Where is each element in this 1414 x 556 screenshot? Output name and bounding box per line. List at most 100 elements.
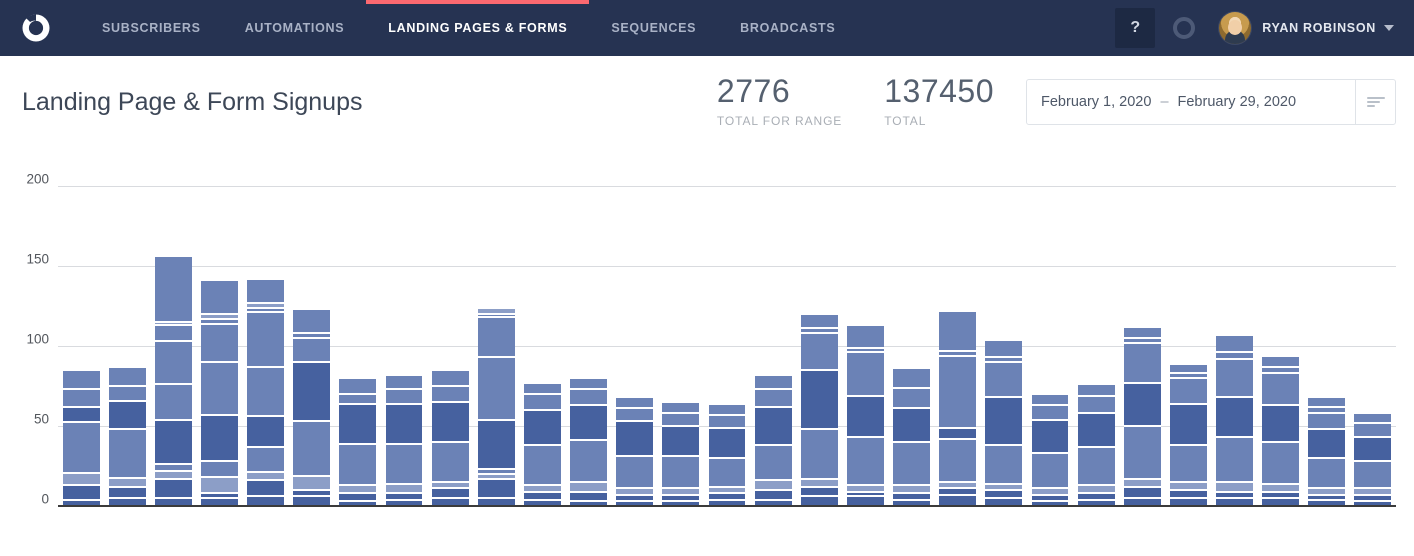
- bar-segment: [523, 492, 561, 501]
- bar-feb-05[interactable]: [247, 279, 285, 507]
- bar-feb-06[interactable]: [293, 310, 331, 507]
- bar-segment: [754, 390, 792, 408]
- bar-segment: [1123, 327, 1161, 340]
- y-axis-tick-50: 50: [33, 411, 49, 427]
- bar-feb-02[interactable]: [108, 367, 146, 507]
- filter-lines-icon[interactable]: [1355, 80, 1395, 124]
- bar-feb-19[interactable]: [893, 369, 930, 507]
- bar-segment: [939, 356, 977, 429]
- bar-feb-04[interactable]: [201, 281, 238, 507]
- bar-segment: [800, 315, 838, 330]
- bar-feb-09[interactable]: [431, 371, 469, 507]
- bar-segment: [339, 494, 377, 503]
- date-range-text[interactable]: February 1, 2020 – February 29, 2020: [1027, 80, 1355, 124]
- bar-segment: [939, 311, 977, 352]
- bar-feb-08[interactable]: [385, 375, 423, 507]
- bar-segment: [477, 318, 515, 359]
- nav-link-landing-pages-and-forms[interactable]: LANDING PAGES & FORMS: [366, 0, 590, 56]
- bar-feb-07[interactable]: [339, 379, 377, 507]
- bar-feb-21[interactable]: [985, 340, 1023, 507]
- bar-segment: [62, 486, 100, 502]
- bar-segment: [431, 403, 469, 444]
- bar-segment: [708, 428, 746, 460]
- bar-segment: [1216, 398, 1253, 439]
- bar-feb-10[interactable]: [477, 308, 515, 507]
- bar-segment: [1216, 335, 1253, 354]
- bar-segment: [523, 411, 561, 447]
- bar-segment: [754, 481, 792, 492]
- summary-stats: 2776 TOTAL FOR RANGE 137450 TOTAL: [717, 74, 1026, 130]
- bar-feb-28[interactable]: [1308, 398, 1346, 507]
- bar-feb-26[interactable]: [1216, 335, 1253, 507]
- bar-segment: [339, 486, 377, 495]
- bar-feb-27[interactable]: [1262, 356, 1300, 507]
- bar-segment: [708, 415, 746, 429]
- bar-feb-18[interactable]: [846, 326, 884, 507]
- date-range-start: February 1, 2020: [1041, 94, 1152, 110]
- bar-segment: [939, 428, 977, 440]
- nav-link-automations[interactable]: AUTOMATIONS: [223, 0, 367, 56]
- bar-segment: [1123, 383, 1161, 428]
- y-axis-tick-150: 150: [26, 251, 49, 267]
- date-range-picker[interactable]: February 1, 2020 – February 29, 2020: [1026, 79, 1396, 125]
- bar-feb-20[interactable]: [939, 311, 977, 507]
- bar-segment: [1216, 483, 1253, 493]
- bar-segment: [846, 326, 884, 349]
- bar-segment: [1169, 483, 1207, 491]
- bar-segment: [154, 420, 192, 466]
- bar-segment: [1262, 406, 1300, 444]
- bar-segment: [247, 481, 285, 498]
- bar-segment: [754, 446, 792, 482]
- bar-feb-29[interactable]: [1354, 414, 1392, 507]
- bar-segment: [1169, 404, 1207, 447]
- bar-segment: [154, 471, 192, 480]
- bar-segment: [570, 406, 608, 442]
- bar-feb-15[interactable]: [708, 404, 746, 507]
- bar-segment: [108, 478, 146, 489]
- y-axis-tick-0: 0: [41, 491, 49, 507]
- bar-segment: [1216, 359, 1253, 399]
- bar-segment: [62, 422, 100, 475]
- bar-segment: [385, 444, 423, 485]
- bar-segment: [1077, 486, 1115, 495]
- bar-segment: [570, 492, 608, 503]
- bar-feb-22[interactable]: [1031, 395, 1069, 507]
- user-menu[interactable]: RYAN ROBINSON: [1219, 12, 1400, 44]
- help-button[interactable]: ?: [1115, 8, 1156, 48]
- bar-feb-12[interactable]: [570, 379, 608, 507]
- bar-feb-25[interactable]: [1169, 364, 1207, 507]
- bar-feb-17[interactable]: [800, 315, 838, 507]
- nav-link-broadcasts[interactable]: BROADCASTS: [718, 0, 857, 56]
- bar-segment: [616, 457, 654, 490]
- bar-segment: [247, 367, 285, 418]
- date-range-separator: –: [1160, 94, 1169, 110]
- ring-icon[interactable]: [1167, 11, 1201, 45]
- bar-feb-16[interactable]: [754, 375, 792, 507]
- bar-segment: [662, 457, 700, 490]
- nav-link-sequences[interactable]: SEQUENCES: [589, 0, 718, 56]
- bar-feb-14[interactable]: [662, 403, 700, 507]
- bar-feb-11[interactable]: [523, 383, 561, 507]
- bar-feb-24[interactable]: [1123, 327, 1161, 507]
- convertkit-logo-icon[interactable]: [14, 6, 58, 50]
- bar-feb-03[interactable]: [154, 257, 192, 507]
- bar-segment: [800, 371, 838, 431]
- bar-segment: [201, 281, 238, 316]
- bar-segment: [1077, 447, 1115, 487]
- bar-segment: [339, 444, 377, 487]
- bar-feb-01[interactable]: [62, 371, 100, 507]
- bar-segment: [1031, 395, 1069, 407]
- page-header: Landing Page & Form Signups 2776 TOTAL F…: [0, 56, 1414, 148]
- bar-feb-23[interactable]: [1077, 385, 1115, 507]
- bar-segment: [662, 403, 700, 415]
- bar-feb-13[interactable]: [616, 398, 654, 507]
- bar-segment: [754, 491, 792, 501]
- nav-link-subscribers[interactable]: SUBSCRIBERS: [80, 0, 223, 56]
- bar-segment: [62, 371, 100, 391]
- bar-segment: [1169, 364, 1207, 375]
- bar-segment: [1031, 406, 1069, 421]
- bar-segment: [431, 443, 469, 484]
- bar-segment: [1123, 427, 1161, 480]
- y-axis-tick-200: 200: [26, 171, 49, 187]
- page-title: Landing Page & Form Signups: [22, 87, 363, 116]
